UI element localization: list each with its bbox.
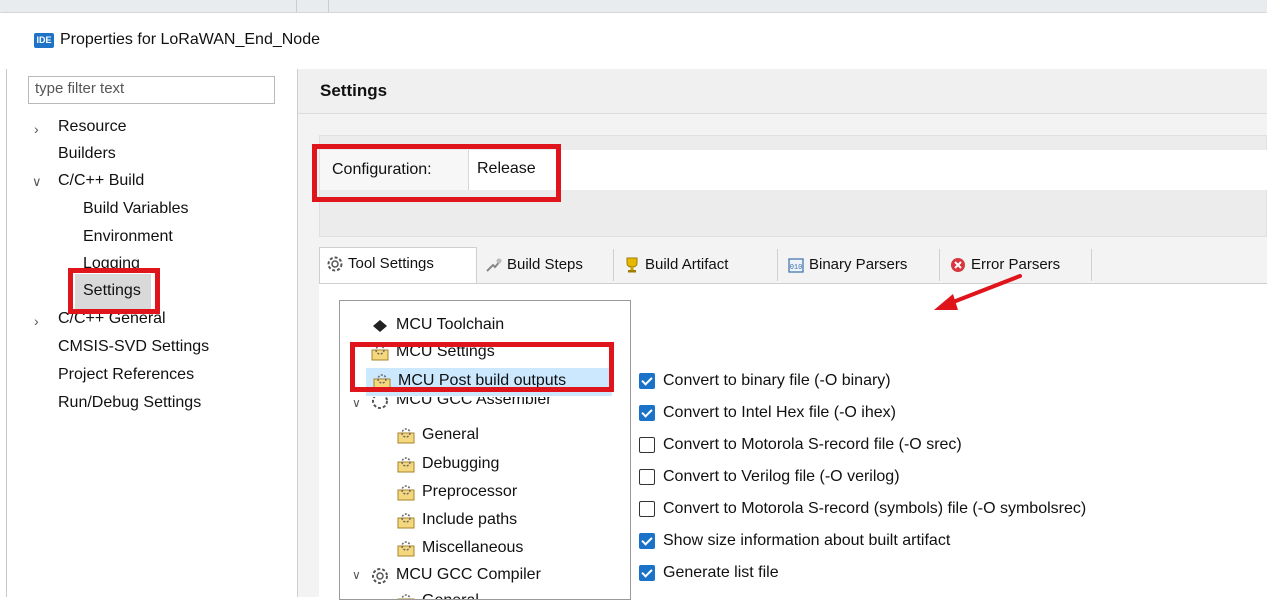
gear-icon	[327, 256, 343, 272]
checkbox-checked[interactable]	[639, 565, 655, 581]
tool-folder-icon	[371, 345, 389, 361]
steps-icon	[486, 258, 502, 272]
tree-node-mcu-gcc-compiler[interactable]: MCU GCC Compiler	[370, 565, 630, 589]
svg-text:010: 010	[790, 264, 803, 272]
tab-binary-parsers[interactable]: 010 Binary Parsers	[781, 249, 940, 281]
checkbox-checked[interactable]	[639, 533, 655, 549]
page-title: Settings	[320, 81, 388, 100]
tool-folder-icon	[397, 428, 415, 444]
chevron-right-icon[interactable]: ›	[34, 313, 39, 329]
arrow-annotation-icon	[934, 274, 1022, 310]
tree-node-assembler-preprocessor[interactable]: Preprocessor	[396, 482, 626, 506]
nav-item-builders[interactable]: Builders	[58, 145, 116, 163]
tab-build-steps[interactable]: Build Steps	[479, 249, 614, 281]
chevron-right-icon[interactable]: ›	[34, 121, 39, 137]
nav-item-cpp-general[interactable]: C/C++ General	[58, 310, 166, 328]
nav-item-cmsis-svd[interactable]: CMSIS-SVD Settings	[58, 338, 209, 356]
tab-label: Build Artifact	[645, 256, 729, 273]
nav-item-logging[interactable]: Logging	[83, 255, 140, 273]
nav-item-run-debug[interactable]: Run/Debug Settings	[58, 394, 201, 412]
tab-label: Build Steps	[507, 256, 583, 273]
tool-folder-icon	[397, 485, 415, 501]
tree-node-label: General	[422, 426, 479, 443]
settings-header: Settings	[298, 69, 1267, 114]
tab-label: Tool Settings	[348, 255, 434, 272]
tab-build-artifact[interactable]: Build Artifact	[617, 249, 778, 281]
filter-input[interactable]: type filter text	[28, 76, 275, 104]
binary-icon: 010	[788, 258, 804, 273]
option-label: Convert to Motorola S-record (symbols) f…	[663, 500, 1087, 517]
chevron-down-icon[interactable]: ∨	[32, 174, 42, 190]
settings-tabs: Tool Settings Build Steps Build Artifact…	[319, 247, 1267, 284]
checkbox-checked[interactable]	[639, 373, 655, 389]
settings-page: Settings Configuration: Release Tool Set…	[298, 69, 1267, 600]
nav-item-settings-label: Settings	[83, 282, 141, 299]
option-label: Convert to Motorola S-record file (-O sr…	[663, 436, 962, 453]
checkbox-checked[interactable]	[639, 405, 655, 421]
nav-item-resource[interactable]: Resource	[58, 118, 126, 136]
tree-node-label: General	[422, 592, 479, 599]
chevron-down-icon[interactable]: ∨	[352, 396, 361, 410]
nav-item-settings-selected[interactable]: Settings	[75, 274, 151, 310]
option-label: Convert to binary file (-O binary)	[663, 372, 891, 389]
checkbox-unchecked[interactable]	[639, 469, 655, 485]
tree-node-label: MCU Toolchain	[396, 316, 505, 333]
tree-node-mcu-settings[interactable]: MCU Settings	[370, 342, 630, 366]
tree-node-label: Miscellaneous	[422, 539, 524, 556]
configuration-label: Configuration:	[332, 161, 432, 178]
configuration-select[interactable]: Release	[468, 150, 1267, 190]
trophy-icon	[626, 257, 638, 273]
tree-node-label: Preprocessor	[422, 483, 518, 500]
tree-node-label: Include paths	[422, 511, 518, 528]
tree-node-assembler-miscellaneous[interactable]: Miscellaneous	[396, 538, 626, 562]
gear-icon	[372, 568, 388, 584]
tab-label: Binary Parsers	[809, 256, 908, 273]
chip-icon	[373, 320, 387, 332]
option-label: Convert to Intel Hex file (-O ihex)	[663, 404, 896, 421]
option-label: Generate list file	[663, 564, 779, 581]
property-pages-panel: type filter text › Resource Builders ∨ C…	[18, 69, 298, 597]
tree-node-label: MCU Settings	[396, 343, 495, 360]
tool-folder-icon	[397, 513, 415, 529]
configuration-row: Configuration: Release	[320, 150, 1267, 190]
chevron-down-icon[interactable]: ∨	[352, 568, 361, 582]
tool-folder-icon	[373, 374, 391, 390]
strip-separator	[328, 0, 329, 12]
tool-folder-icon	[397, 594, 415, 599]
tab-tool-settings[interactable]: Tool Settings	[319, 247, 477, 284]
tool-settings-content: MCU Toolchain MCU Settings MCU Post buil…	[319, 283, 1267, 600]
configuration-panel: Configuration: Release	[319, 135, 1267, 237]
tree-node-compiler-general[interactable]: General	[396, 591, 626, 599]
window-top-strip	[0, 0, 1267, 13]
tree-node-assembler-include-paths[interactable]: Include paths	[396, 510, 626, 534]
tool-settings-tree[interactable]: MCU Toolchain MCU Settings MCU Post buil…	[339, 300, 631, 600]
option-label: Convert to Verilog file (-O verilog)	[663, 468, 900, 485]
tree-node-mcu-gcc-assembler[interactable]: MCU GCC Assembler	[370, 397, 630, 417]
tree-node-assembler-debugging[interactable]: Debugging	[396, 454, 626, 478]
configuration-value: Release	[477, 160, 536, 177]
ide-logo-icon: IDE	[34, 33, 54, 48]
checkbox-unchecked[interactable]	[639, 437, 655, 453]
nav-item-project-references[interactable]: Project References	[58, 366, 194, 384]
checkbox-unchecked[interactable]	[639, 501, 655, 517]
tree-node-mcu-toolchain[interactable]: MCU Toolchain	[370, 315, 630, 339]
tree-node-assembler-general[interactable]: General	[396, 425, 626, 449]
tree-node-label: Debugging	[422, 455, 500, 472]
dialog-title: Properties for LoRaWAN_End_Node	[60, 31, 320, 48]
tree-node-label: MCU GCC Compiler	[396, 566, 541, 583]
strip-separator	[296, 0, 297, 12]
tree-node-mcu-post-build-outputs[interactable]: MCU Post build outputs	[366, 368, 612, 396]
nav-item-build-variables[interactable]: Build Variables	[83, 200, 189, 218]
tree-node-label: MCU Post build outputs	[398, 372, 567, 389]
gear-icon	[372, 397, 388, 409]
option-label: Show size information about built artifa…	[663, 532, 951, 549]
nav-item-environment[interactable]: Environment	[83, 228, 173, 246]
tool-folder-icon	[397, 457, 415, 473]
tree-node-label: MCU GCC Assembler	[396, 397, 552, 408]
nav-item-cpp-build[interactable]: C/C++ Build	[58, 172, 144, 190]
tool-folder-icon	[397, 541, 415, 557]
